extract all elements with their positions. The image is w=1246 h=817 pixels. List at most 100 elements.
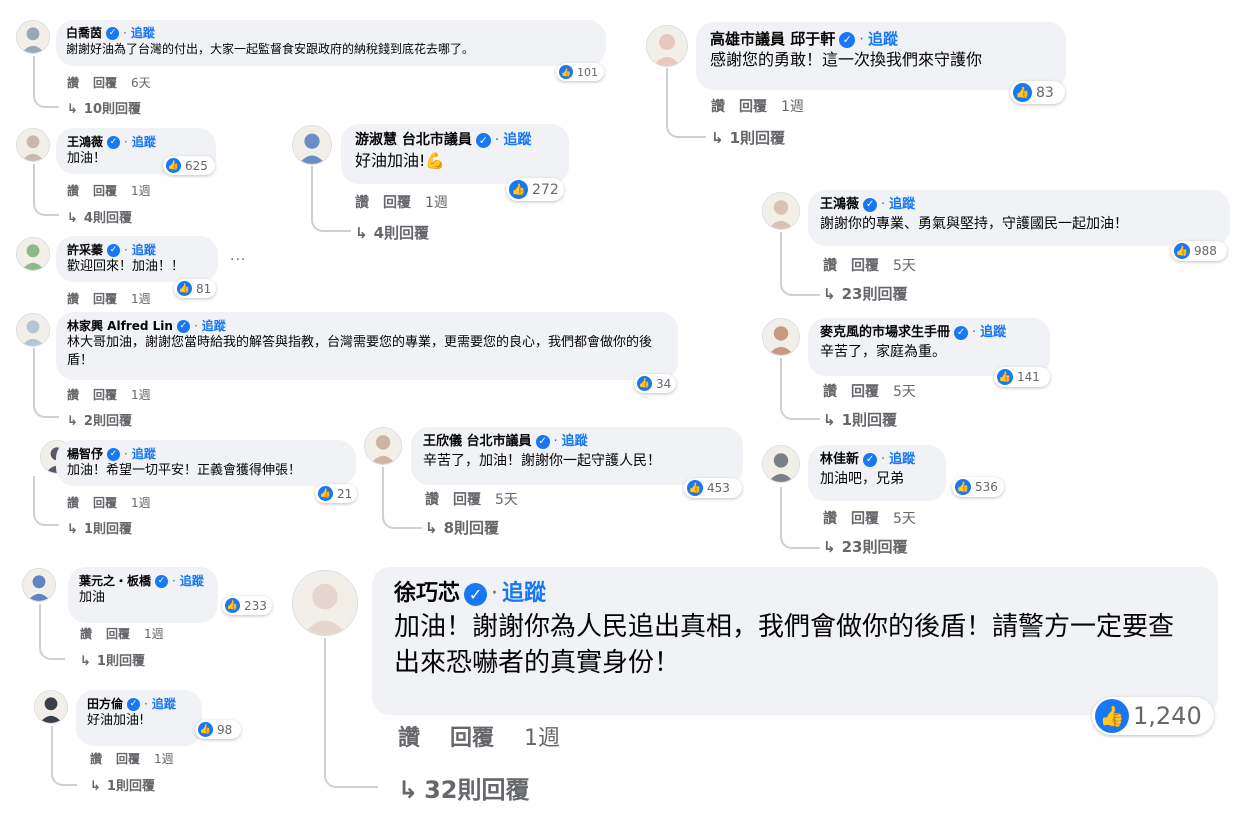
view-replies-link[interactable]: ↳ 1則回覆 xyxy=(80,650,145,669)
timestamp[interactable]: 1週 xyxy=(524,726,560,751)
avatar[interactable] xyxy=(16,20,50,54)
view-replies-link[interactable]: ↳ 4則回覆 xyxy=(67,207,132,226)
like-action[interactable]: 讚 xyxy=(67,292,79,306)
follow-button[interactable]: 追蹤 xyxy=(132,447,156,461)
timestamp[interactable]: 1週 xyxy=(131,388,151,402)
like-action[interactable]: 讚 xyxy=(67,388,79,402)
author-name[interactable]: 王鴻薇 xyxy=(820,197,859,212)
timestamp[interactable]: 5天 xyxy=(893,258,916,274)
author-name[interactable]: 高雄市議員 邱于軒 xyxy=(710,30,835,48)
avatar[interactable] xyxy=(16,128,50,162)
author-name[interactable]: 王欣儀 台北市議員 xyxy=(423,434,532,449)
timestamp[interactable]: 5天 xyxy=(495,492,518,508)
avatar[interactable] xyxy=(762,318,800,356)
reply-action[interactable]: 回覆 xyxy=(116,752,140,766)
follow-button[interactable]: 追蹤 xyxy=(132,135,156,149)
reply-action[interactable]: 回覆 xyxy=(851,258,879,274)
reply-action[interactable]: 回覆 xyxy=(93,496,117,510)
follow-button[interactable]: 追蹤 xyxy=(502,581,546,606)
reaction-count[interactable]: 👍 625 xyxy=(163,156,215,175)
follow-button[interactable]: 追蹤 xyxy=(503,132,531,148)
follow-button[interactable]: 追蹤 xyxy=(131,26,155,40)
reply-action[interactable]: 回覆 xyxy=(739,99,767,115)
like-action[interactable]: 讚 xyxy=(67,76,79,90)
reaction-count[interactable]: 👍 98 xyxy=(195,720,241,739)
follow-button[interactable]: 追蹤 xyxy=(980,325,1006,340)
like-action[interactable]: 讚 xyxy=(67,184,79,198)
view-replies-link[interactable]: ↳ 2則回覆 xyxy=(67,410,132,429)
author-name[interactable]: 徐巧芯 xyxy=(394,581,460,606)
timestamp[interactable]: 1週 xyxy=(425,195,448,211)
avatar[interactable] xyxy=(16,237,50,271)
view-replies-link[interactable]: ↳ 23則回覆 xyxy=(823,283,907,304)
like-action[interactable]: 讚 xyxy=(90,752,102,766)
reply-action[interactable]: 回覆 xyxy=(93,76,117,90)
author-name[interactable]: 王鴻薇 xyxy=(67,135,103,149)
reaction-count[interactable]: 👍 34 xyxy=(634,374,677,393)
author-name[interactable]: 田方倫 xyxy=(87,697,123,711)
author-name[interactable]: 葉元之・板橋 xyxy=(79,574,151,588)
timestamp[interactable]: 6天 xyxy=(131,76,151,90)
avatar[interactable] xyxy=(292,570,358,636)
author-name[interactable]: 游淑慧 台北市議員 xyxy=(355,132,472,148)
avatar[interactable] xyxy=(16,313,50,347)
reply-action[interactable]: 回覆 xyxy=(93,388,117,402)
more-options-icon[interactable]: ··· xyxy=(230,252,246,268)
author-name[interactable]: 楊智伃 xyxy=(67,447,103,461)
timestamp[interactable]: 1週 xyxy=(131,292,151,306)
reaction-count[interactable]: 👍 272 xyxy=(506,178,564,201)
author-name[interactable]: 林佳新 xyxy=(820,452,859,467)
follow-button[interactable]: 追蹤 xyxy=(202,319,226,333)
view-replies-link[interactable]: ↳ 32則回覆 xyxy=(398,770,530,805)
follow-button[interactable]: 追蹤 xyxy=(180,574,204,588)
avatar[interactable] xyxy=(22,568,56,602)
view-replies-link[interactable]: ↳ 1則回覆 xyxy=(711,127,785,148)
like-action[interactable]: 讚 xyxy=(823,511,837,527)
reaction-count[interactable]: 👍 81 xyxy=(174,279,217,298)
reaction-count[interactable]: 👍 141 xyxy=(994,367,1050,387)
avatar[interactable] xyxy=(292,125,332,165)
reply-action[interactable]: 回覆 xyxy=(106,627,130,641)
avatar[interactable] xyxy=(762,192,800,230)
author-name[interactable]: 林家興 Alfred Lin xyxy=(67,319,173,333)
reaction-count[interactable]: 👍 453 xyxy=(684,478,742,498)
reaction-count[interactable]: 👍 83 xyxy=(1010,81,1065,104)
like-action[interactable]: 讚 xyxy=(67,496,79,510)
view-replies-link[interactable]: ↳ 1則回覆 xyxy=(67,518,132,537)
timestamp[interactable]: 1週 xyxy=(131,184,151,198)
avatar[interactable] xyxy=(34,690,68,724)
timestamp[interactable]: 5天 xyxy=(893,384,916,400)
like-action[interactable]: 讚 xyxy=(823,258,837,274)
reaction-count[interactable]: 👍 1,240 xyxy=(1092,697,1214,735)
view-replies-link[interactable]: ↳ 23則回覆 xyxy=(823,536,907,557)
reaction-count[interactable]: 👍 233 xyxy=(222,596,272,615)
follow-button[interactable]: 追蹤 xyxy=(889,197,915,212)
follow-button[interactable]: 追蹤 xyxy=(889,452,915,467)
view-replies-link[interactable]: ↳ 1則回覆 xyxy=(823,409,897,430)
reply-action[interactable]: 回覆 xyxy=(851,384,879,400)
reaction-count[interactable]: 👍 21 xyxy=(315,484,358,503)
timestamp[interactable]: 1週 xyxy=(131,496,151,510)
reply-action[interactable]: 回覆 xyxy=(450,726,494,751)
author-name[interactable]: 白喬茵 xyxy=(66,26,102,40)
view-replies-link[interactable]: ↳ 10則回覆 xyxy=(67,98,141,117)
reply-action[interactable]: 回覆 xyxy=(453,492,481,508)
author-name[interactable]: 麥克風的市場求生手冊 xyxy=(820,325,950,340)
like-action[interactable]: 讚 xyxy=(80,627,92,641)
timestamp[interactable]: 5天 xyxy=(893,511,916,527)
like-action[interactable]: 讚 xyxy=(425,492,439,508)
follow-button[interactable]: 追蹤 xyxy=(868,30,898,48)
reply-action[interactable]: 回覆 xyxy=(383,195,411,211)
timestamp[interactable]: 1週 xyxy=(781,99,804,115)
view-replies-link[interactable]: ↳ 4則回覆 xyxy=(355,222,429,243)
reply-action[interactable]: 回覆 xyxy=(93,184,117,198)
follow-button[interactable]: 追蹤 xyxy=(152,697,176,711)
reply-action[interactable]: 回覆 xyxy=(851,511,879,527)
reaction-count[interactable]: 👍 536 xyxy=(952,477,1004,497)
follow-button[interactable]: 追蹤 xyxy=(562,434,588,449)
like-action[interactable]: 讚 xyxy=(398,726,420,751)
follow-button[interactable]: 追蹤 xyxy=(132,243,156,257)
avatar[interactable] xyxy=(364,427,402,465)
view-replies-link[interactable]: ↳ 1則回覆 xyxy=(90,775,155,794)
reaction-count[interactable]: 👍 988 xyxy=(1171,241,1227,261)
